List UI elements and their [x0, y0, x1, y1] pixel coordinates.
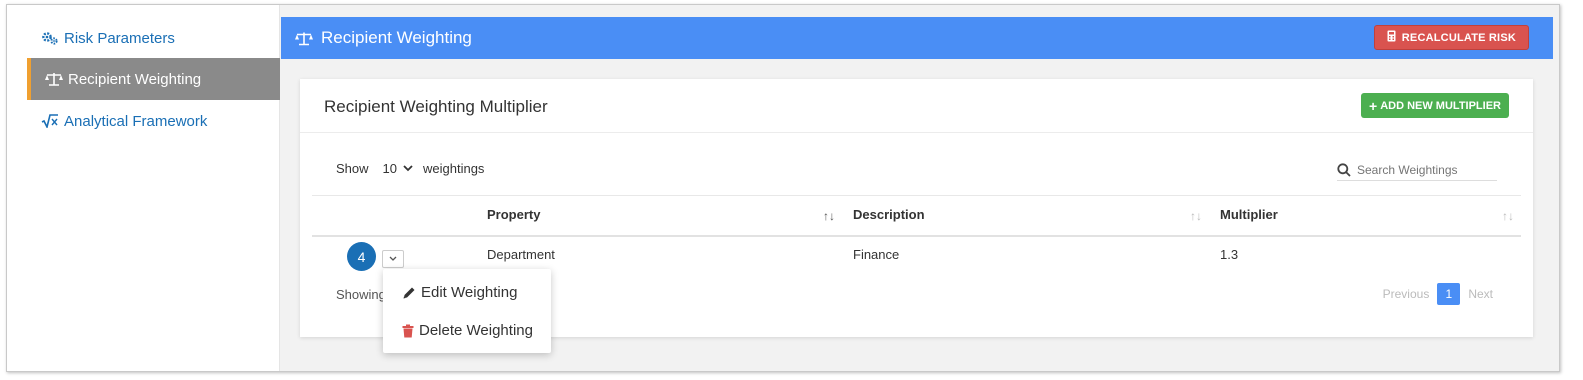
search-input[interactable] [1351, 162, 1491, 177]
balance-scale-icon [45, 72, 63, 86]
square-root-icon [41, 114, 59, 128]
sort-icon[interactable]: ↑↓ [1502, 209, 1514, 223]
row-actions-toggle[interactable] [382, 250, 404, 268]
sort-icon[interactable]: ↑↓ [1190, 209, 1202, 223]
page-title: Recipient Weighting [321, 28, 472, 47]
page-header: Recipient Weighting RECALCULATE RISK [281, 17, 1553, 59]
chevron-down-icon [403, 165, 413, 172]
sidebar-item-label: Analytical Framework [64, 112, 208, 130]
app-window: Risk Parameters Recipient Weighting Anal… [6, 4, 1560, 372]
chevron-down-icon [389, 256, 397, 261]
column-header-multiplier[interactable]: Multiplier [1220, 207, 1278, 222]
delete-weighting-label: Delete Weighting [419, 322, 533, 339]
plus-icon: + [1369, 97, 1378, 114]
showing-info: Showing [336, 287, 386, 302]
edit-weighting-label: Edit Weighting [421, 284, 518, 301]
cell-multiplier: 1.3 [1220, 247, 1239, 262]
row-actions-menu: Edit Weighting Delete Weighting [383, 269, 551, 353]
column-header-description[interactable]: Description [853, 207, 925, 222]
card-divider [300, 132, 1533, 133]
sort-asc-icon[interactable]: ↑↓ [823, 209, 835, 223]
delete-weighting-menu-item[interactable]: Delete Weighting [402, 322, 533, 339]
table-top-divider [312, 195, 1521, 196]
cell-property: Department [487, 247, 555, 262]
column-header-property[interactable]: Property [487, 207, 540, 222]
sidebar-item-recipient-weighting[interactable]: Recipient Weighting [27, 58, 280, 100]
gears-icon [41, 31, 59, 45]
page-1-button[interactable]: 1 [1437, 283, 1461, 305]
previous-page-button[interactable]: Previous [1383, 287, 1430, 301]
sidebar-item-label: Risk Parameters [64, 29, 175, 47]
next-page-button[interactable]: Next [1468, 287, 1493, 301]
sidebar-item-risk-parameters[interactable]: Risk Parameters [27, 17, 280, 59]
show-label: Show [336, 161, 369, 176]
page-length-control: Show 10 weightings [336, 161, 484, 176]
pencil-icon [403, 287, 415, 298]
add-new-multiplier-label: ADD NEW MULTIPLIER [1380, 99, 1501, 112]
table-header-divider [312, 235, 1521, 237]
row-number-badge: 4 [347, 242, 376, 271]
page-length-value: 10 [382, 161, 397, 176]
recalculate-risk-button[interactable]: RECALCULATE RISK [1373, 25, 1529, 50]
balance-scale-icon [295, 31, 313, 46]
cell-description: Finance [853, 247, 900, 262]
card-title: Recipient Weighting Multiplier [324, 97, 548, 116]
edit-weighting-menu-item[interactable]: Edit Weighting [402, 284, 517, 301]
page-length-select[interactable]: 10 [383, 161, 413, 176]
pagination: Previous 1 Next [1383, 283, 1493, 305]
trash-icon [402, 324, 414, 337]
search-box [1337, 159, 1497, 181]
add-new-multiplier-button[interactable]: + ADD NEW MULTIPLIER [1361, 93, 1509, 118]
search-icon [1337, 162, 1351, 177]
sidebar-item-label: Recipient Weighting [68, 70, 202, 88]
sidebar-item-analytical-framework[interactable]: Analytical Framework [27, 100, 280, 142]
calculator-icon [1387, 30, 1396, 45]
length-suffix-label: weightings [423, 161, 485, 176]
recalculate-risk-label: RECALCULATE RISK [1401, 31, 1516, 44]
sidebar: Risk Parameters Recipient Weighting Anal… [7, 5, 280, 371]
